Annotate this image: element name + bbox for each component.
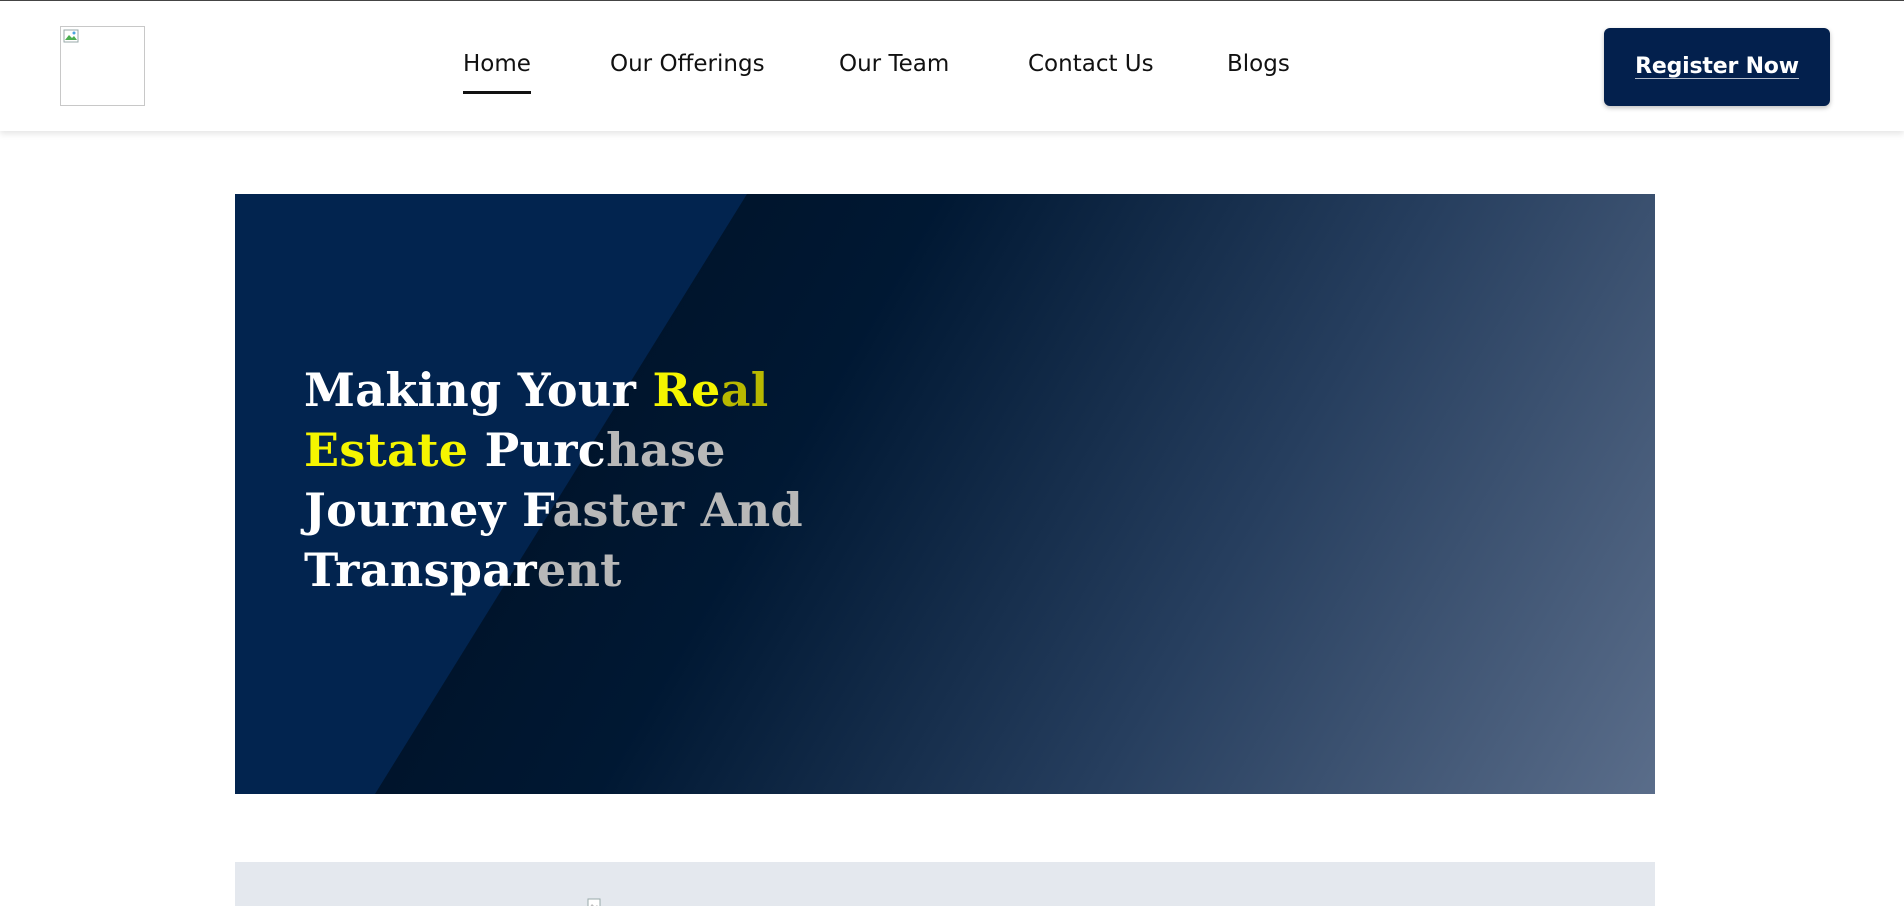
hero-title-part: Transpar [304, 543, 537, 597]
hero-banner: Making Your Real Estate Purchase Journey… [235, 194, 1655, 794]
register-now-button[interactable]: Register Now [1604, 28, 1830, 106]
site-header: Home Our Offerings Our Team Contact Us B… [0, 0, 1904, 131]
nav-contact-us[interactable]: Contact Us [1028, 51, 1154, 77]
hero-title-highlight: al [720, 363, 769, 417]
register-now-label: Register Now [1635, 53, 1799, 80]
nav-our-offerings[interactable]: Our Offerings [610, 51, 765, 77]
content-section [235, 862, 1655, 906]
hero-title-highlight: Re [652, 363, 721, 417]
nav-blogs[interactable]: Blogs [1227, 51, 1290, 77]
broken-image-icon [63, 29, 79, 43]
hero-title-part: Making Your [304, 363, 653, 417]
hero-title-part: hase [606, 423, 726, 477]
broken-image-icon [587, 898, 601, 906]
hero-title-part: Journey F [304, 483, 553, 537]
hero-title-highlight: Estate [304, 423, 469, 477]
nav-home[interactable]: Home [463, 51, 531, 94]
hero-title-part: ent [536, 543, 622, 597]
hero-title-part: Purc [468, 423, 607, 477]
site-logo[interactable] [60, 26, 145, 106]
hero-title-part: aster And [552, 483, 803, 537]
hero-title: Making Your Real Estate Purchase Journey… [304, 360, 864, 600]
nav-our-team[interactable]: Our Team [839, 51, 949, 77]
